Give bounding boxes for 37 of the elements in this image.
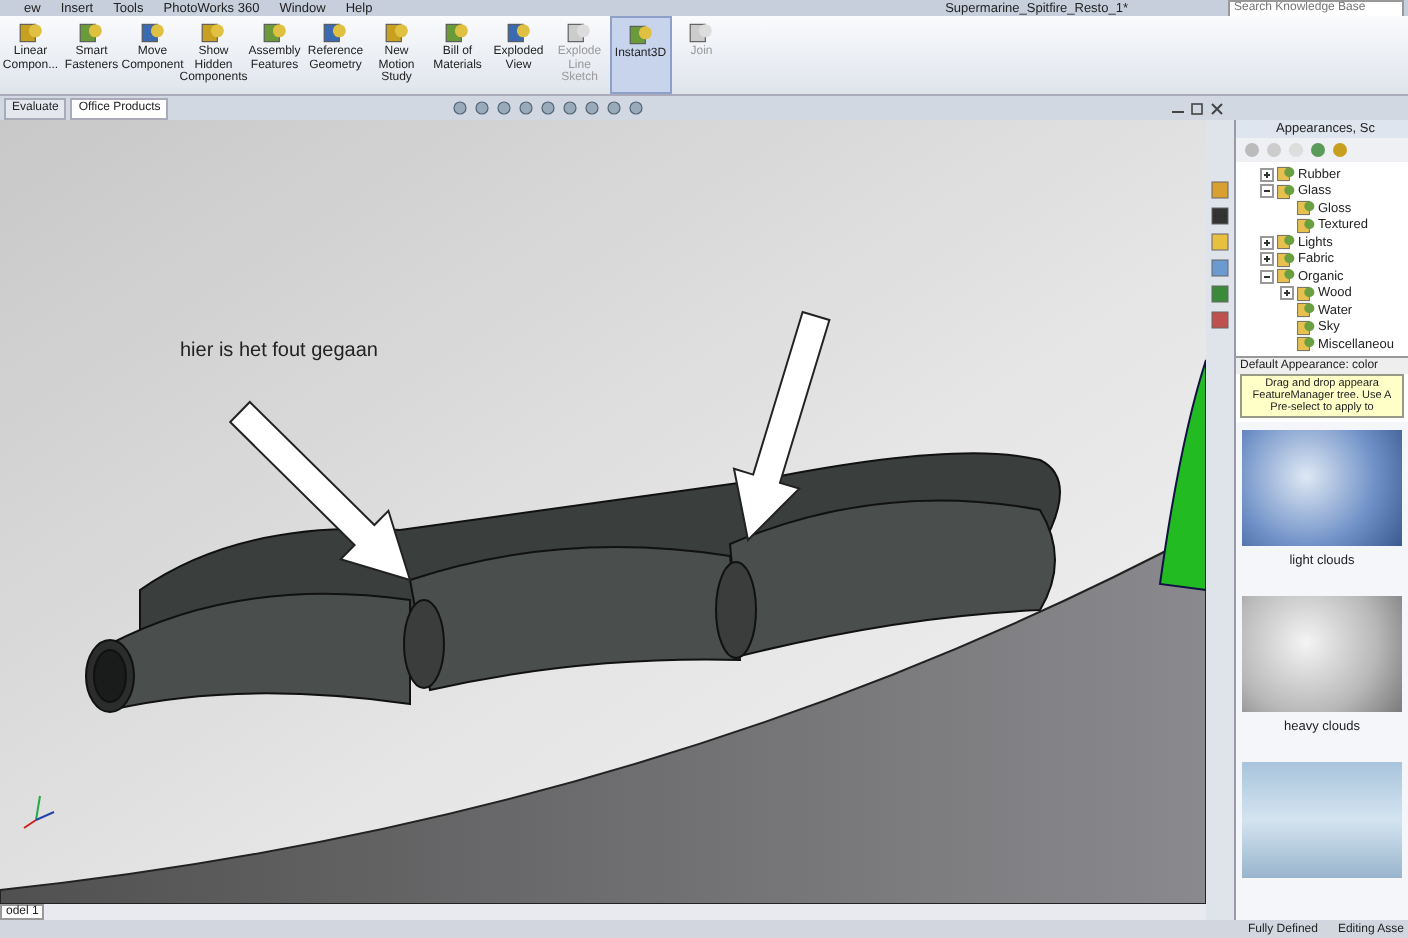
folder-icon xyxy=(1276,266,1296,287)
tool-icon xyxy=(383,20,410,46)
folder-icon xyxy=(1296,215,1316,236)
folder-icon xyxy=(1276,249,1296,270)
tool-icon xyxy=(139,20,166,46)
tool-icon xyxy=(566,20,593,46)
tool-icon xyxy=(200,20,227,46)
annotation-text: hier is het fout gegaan xyxy=(180,340,378,362)
material-swatch[interactable] xyxy=(1242,595,1402,711)
expand-icon[interactable] xyxy=(1260,235,1274,250)
tool-icon xyxy=(505,20,532,46)
model-viewport[interactable] xyxy=(0,120,1206,904)
tool-icon xyxy=(322,20,349,46)
tool-icon xyxy=(17,20,44,46)
tool-icon xyxy=(688,20,715,46)
material-swatch[interactable] xyxy=(1242,761,1402,877)
folder-icon xyxy=(1276,164,1296,185)
tool-icon xyxy=(627,22,654,48)
expand-icon[interactable] xyxy=(1260,167,1274,182)
folder-icon xyxy=(1296,317,1316,338)
collapse-icon[interactable] xyxy=(1260,184,1274,199)
tool-icon xyxy=(444,20,471,46)
tool-icon xyxy=(78,20,105,46)
restore-icon[interactable] xyxy=(1190,100,1204,116)
material-swatch[interactable] xyxy=(1242,429,1402,545)
tool-icon xyxy=(261,20,288,46)
expand-icon[interactable] xyxy=(1260,252,1274,267)
close-icon[interactable] xyxy=(1210,100,1224,116)
folder-icon xyxy=(1296,300,1316,321)
folder-icon xyxy=(1276,181,1296,202)
expand-icon[interactable] xyxy=(1280,286,1294,301)
folder-icon xyxy=(1296,334,1316,355)
collapse-icon[interactable] xyxy=(1260,269,1274,284)
folder-icon xyxy=(1296,283,1316,304)
folder-icon xyxy=(1296,198,1316,219)
axis-triad-icon xyxy=(23,795,55,829)
folder-icon xyxy=(1276,232,1296,253)
